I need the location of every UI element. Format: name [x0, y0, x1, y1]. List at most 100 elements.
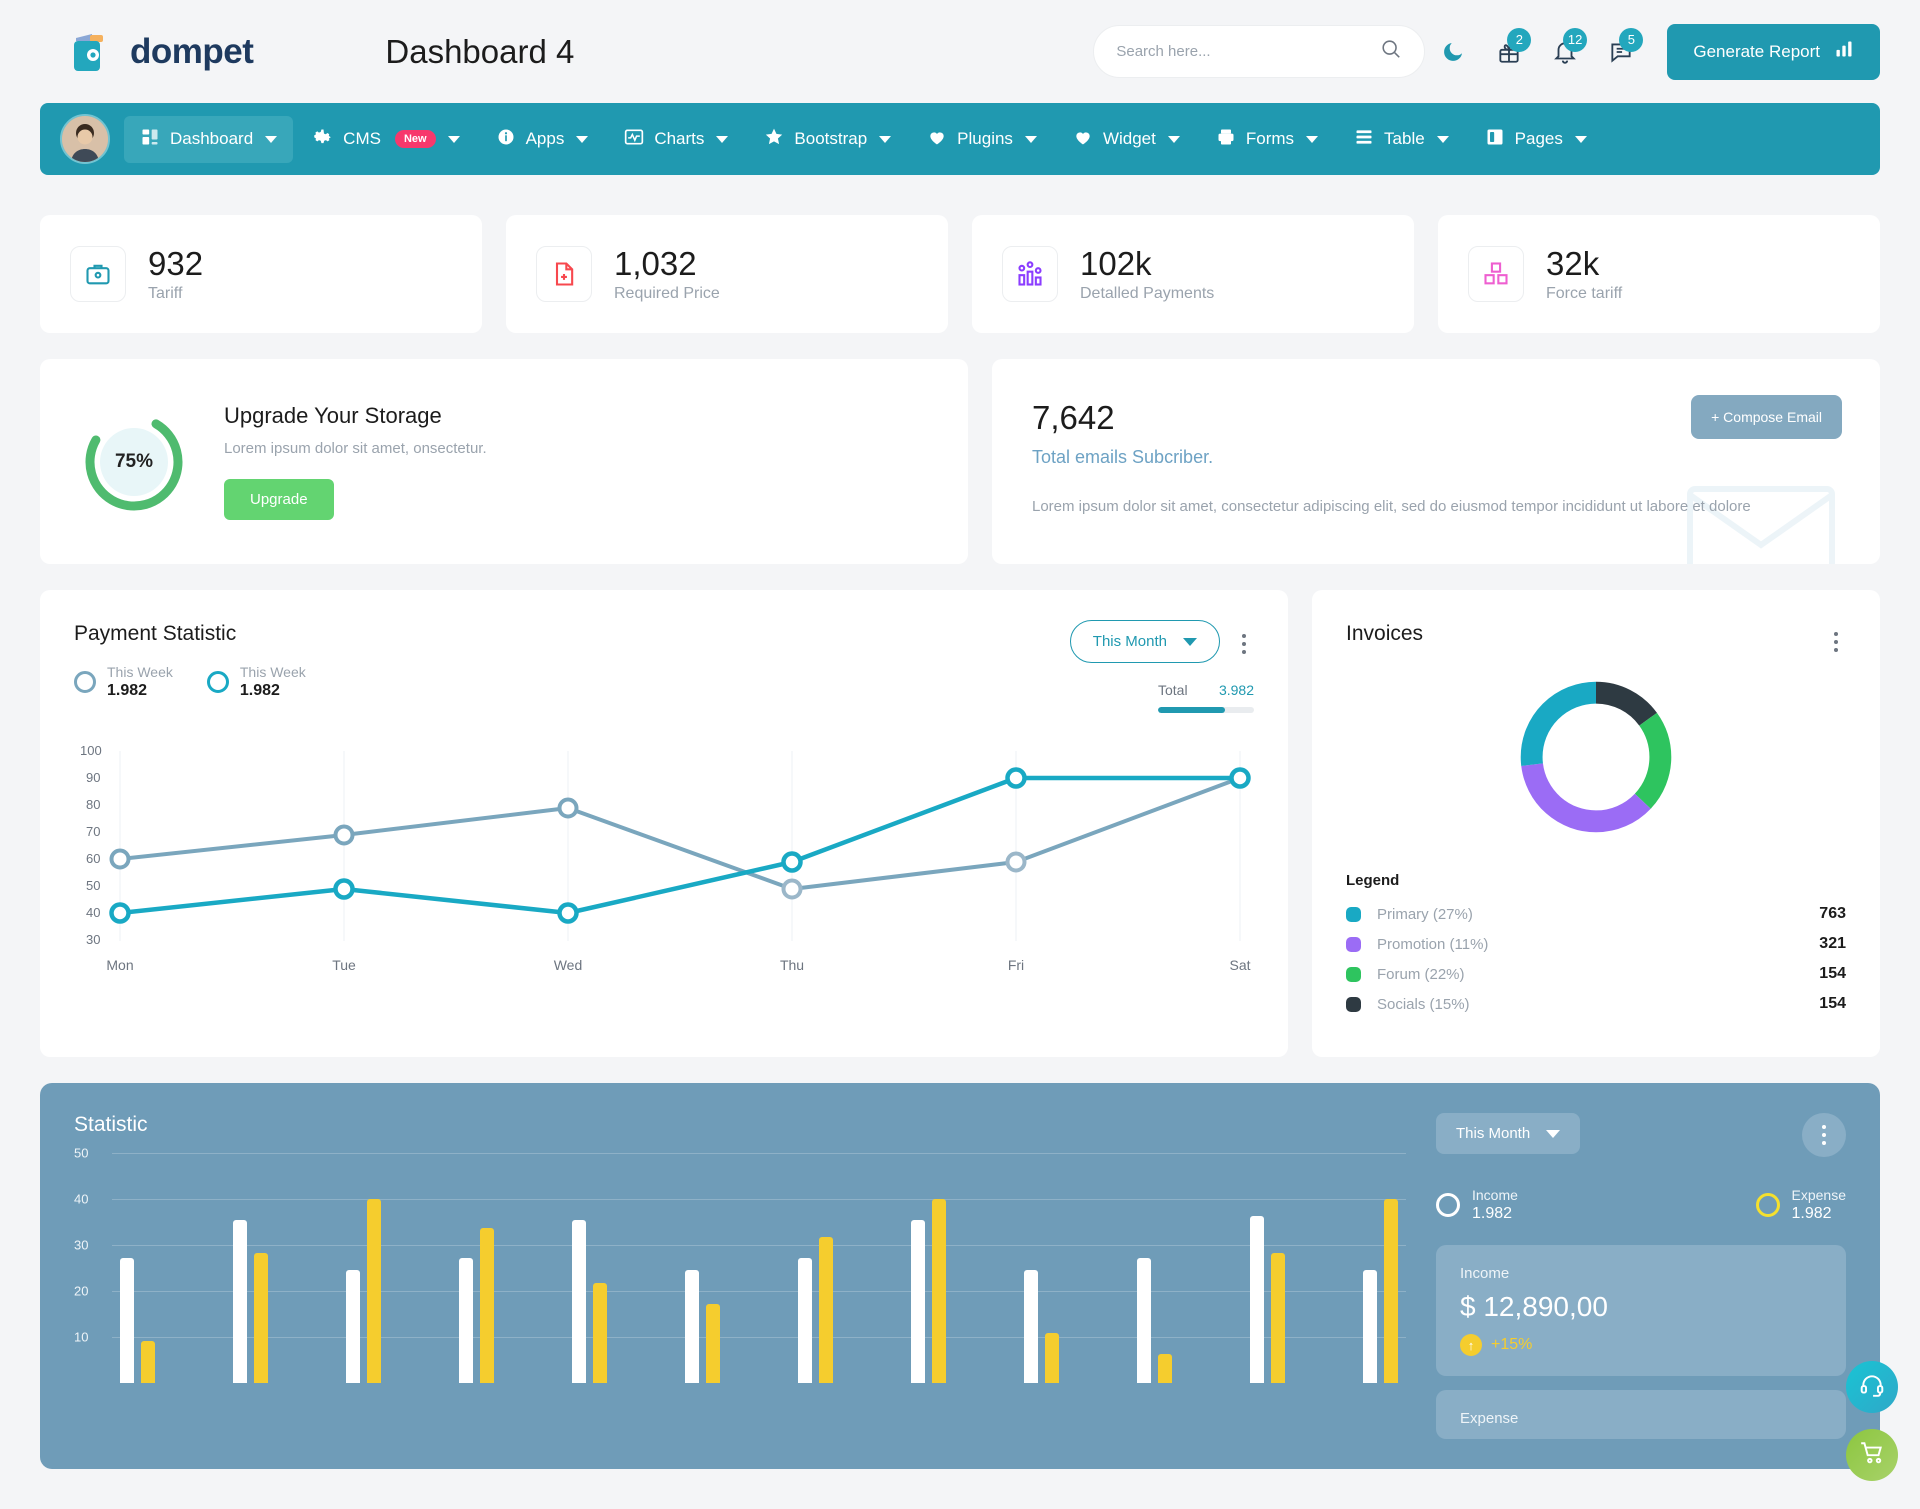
invoices-kebab-menu[interactable]: [1826, 618, 1846, 666]
svg-text:100: 100: [80, 743, 102, 758]
header-actions: 2 12 5 Generate Report: [1093, 23, 1880, 80]
page-title: Dashboard 4: [385, 32, 575, 70]
stat-label: Required Price: [614, 285, 720, 303]
bar-group: [346, 1153, 381, 1383]
svg-text:80: 80: [86, 797, 100, 812]
nav-item-table[interactable]: Table: [1338, 116, 1465, 163]
payment-kebab-menu[interactable]: [1234, 620, 1254, 668]
legend-label: Promotion (11%): [1377, 935, 1489, 953]
notifications-badge: 12: [1562, 27, 1588, 52]
search-icon[interactable]: [1380, 38, 1402, 65]
nav-label: Apps: [525, 129, 565, 148]
payment-total: Total 3.982: [1158, 682, 1254, 713]
stat-cards-row: 932 Tariff 1,032 Required Price 102k Det…: [40, 215, 1880, 333]
chevron-down-icon: [716, 135, 729, 143]
gifts-button[interactable]: 2: [1481, 24, 1537, 80]
svg-text:Wed: Wed: [554, 957, 583, 973]
nav-item-bootstrap[interactable]: Bootstrap: [748, 116, 907, 163]
svg-text:40: 40: [86, 905, 100, 920]
svg-text:Sat: Sat: [1229, 957, 1250, 973]
activity-icon: [624, 127, 644, 152]
legend-row[interactable]: Promotion (11%) 321: [1346, 935, 1846, 953]
upgrade-button[interactable]: Upgrade: [224, 479, 334, 520]
payment-controls: This Month: [1069, 620, 1254, 668]
nav-label: Pages: [1514, 129, 1563, 148]
legend-row[interactable]: Primary (27%) 763: [1346, 905, 1846, 923]
nav-item-forms[interactable]: Forms: [1200, 116, 1334, 163]
brand-logo[interactable]: dompet: [62, 24, 254, 80]
envelope-icon: [1686, 479, 1836, 564]
legend-value: 1.982: [1472, 1205, 1513, 1222]
svg-text:60: 60: [86, 851, 100, 866]
storage-percent: 75%: [100, 427, 168, 496]
brand-name: dompet: [130, 31, 254, 71]
user-avatar[interactable]: [60, 114, 110, 164]
nav-item-charts[interactable]: Charts: [608, 116, 744, 163]
svg-text:Mon: Mon: [106, 957, 133, 973]
statistic-summary: This Month Income 1.982 Expense 1.982 In…: [1436, 1113, 1846, 1439]
expense-label: Expense: [1460, 1410, 1519, 1427]
stat-value: 932: [148, 244, 204, 282]
legend-value: 1.982: [107, 682, 148, 699]
boxes-icon: [1468, 246, 1524, 302]
legend-item[interactable]: This Week 1.982: [74, 664, 173, 700]
svg-text:70: 70: [86, 824, 100, 839]
dark-mode-toggle[interactable]: [1425, 24, 1481, 80]
gifts-badge: 2: [1507, 27, 1532, 52]
legend-item-income[interactable]: Income 1.982: [1436, 1187, 1518, 1223]
svg-text:Thu: Thu: [780, 957, 804, 973]
shopping-cart-icon: [1859, 1440, 1885, 1471]
legend-label: Forum (22%): [1377, 965, 1465, 983]
nav-label: Charts: [654, 129, 705, 148]
legend-name: This Week: [107, 664, 173, 680]
svg-text:Fri: Fri: [1008, 957, 1024, 973]
bar-group: [911, 1153, 946, 1383]
legend-row[interactable]: Forum (22%) 154: [1346, 965, 1846, 983]
stat-card-tariff[interactable]: 932 Tariff: [40, 215, 482, 333]
legend-label: Primary (27%): [1377, 905, 1473, 923]
cart-fab-button[interactable]: [1846, 1429, 1898, 1481]
legend-row[interactable]: Socials (15%) 154: [1346, 995, 1846, 1013]
storage-progress-ring: 75%: [80, 408, 188, 516]
legend-item[interactable]: This Week 1.982: [206, 664, 306, 700]
nav-item-pages[interactable]: Pages: [1469, 116, 1603, 163]
income-change-value: +15%: [1491, 1336, 1533, 1353]
nav-item-widget[interactable]: Widget: [1057, 116, 1196, 163]
messages-button[interactable]: 5: [1593, 24, 1649, 80]
expense-summary-box: Expense: [1436, 1390, 1846, 1439]
support-fab-button[interactable]: [1846, 1361, 1898, 1413]
bar-group: [1137, 1153, 1172, 1383]
legend-color-swatch: [1346, 996, 1361, 1012]
payment-period-select[interactable]: This Month: [1069, 620, 1220, 663]
nav-item-dashboard[interactable]: Dashboard: [124, 115, 294, 163]
charts-row: Payment Statistic This Week 1.982 This W…: [40, 590, 1880, 1057]
stat-card-detailed-payments[interactable]: 102k Detalled Payments: [972, 215, 1414, 333]
nav-item-plugins[interactable]: Plugins: [911, 116, 1053, 163]
search-box[interactable]: [1093, 25, 1426, 78]
statistic-period-select[interactable]: This Month: [1436, 1113, 1581, 1154]
nav-item-cms[interactable]: CMS New: [297, 116, 475, 163]
compose-email-button[interactable]: + Compose Email: [1691, 395, 1842, 439]
svg-text:50: 50: [86, 878, 100, 893]
legend-name: Income: [1472, 1187, 1518, 1203]
stat-card-force-tariff[interactable]: 32k Force tariff: [1438, 215, 1880, 333]
total-label: Total: [1158, 682, 1188, 698]
nav-label: Forms: [1245, 129, 1295, 148]
bar-chart-icon: [1834, 39, 1854, 64]
nav-item-apps[interactable]: Apps: [480, 116, 605, 163]
generate-report-button[interactable]: Generate Report: [1667, 23, 1880, 80]
grid-icon: [140, 127, 160, 152]
chevron-down-icon: [1546, 1129, 1561, 1138]
legend-item-expense[interactable]: Expense 1.982: [1755, 1187, 1846, 1223]
stat-card-required-price[interactable]: 1,032 Required Price: [506, 215, 948, 333]
notifications-button[interactable]: 12: [1537, 24, 1593, 80]
income-summary-box: Income $ 12,890,00 ↑ +15%: [1436, 1245, 1846, 1376]
chevron-down-icon: [1167, 135, 1180, 143]
stat-value: 1,032: [614, 244, 697, 282]
period-label: This Month: [1456, 1125, 1531, 1142]
statistic-kebab-menu[interactable]: [1802, 1113, 1846, 1157]
legend-amount: 763: [1819, 905, 1846, 922]
total-value: 3.982: [1218, 682, 1254, 698]
search-input[interactable]: [1116, 43, 1381, 60]
legend-name: Expense: [1791, 1187, 1846, 1203]
